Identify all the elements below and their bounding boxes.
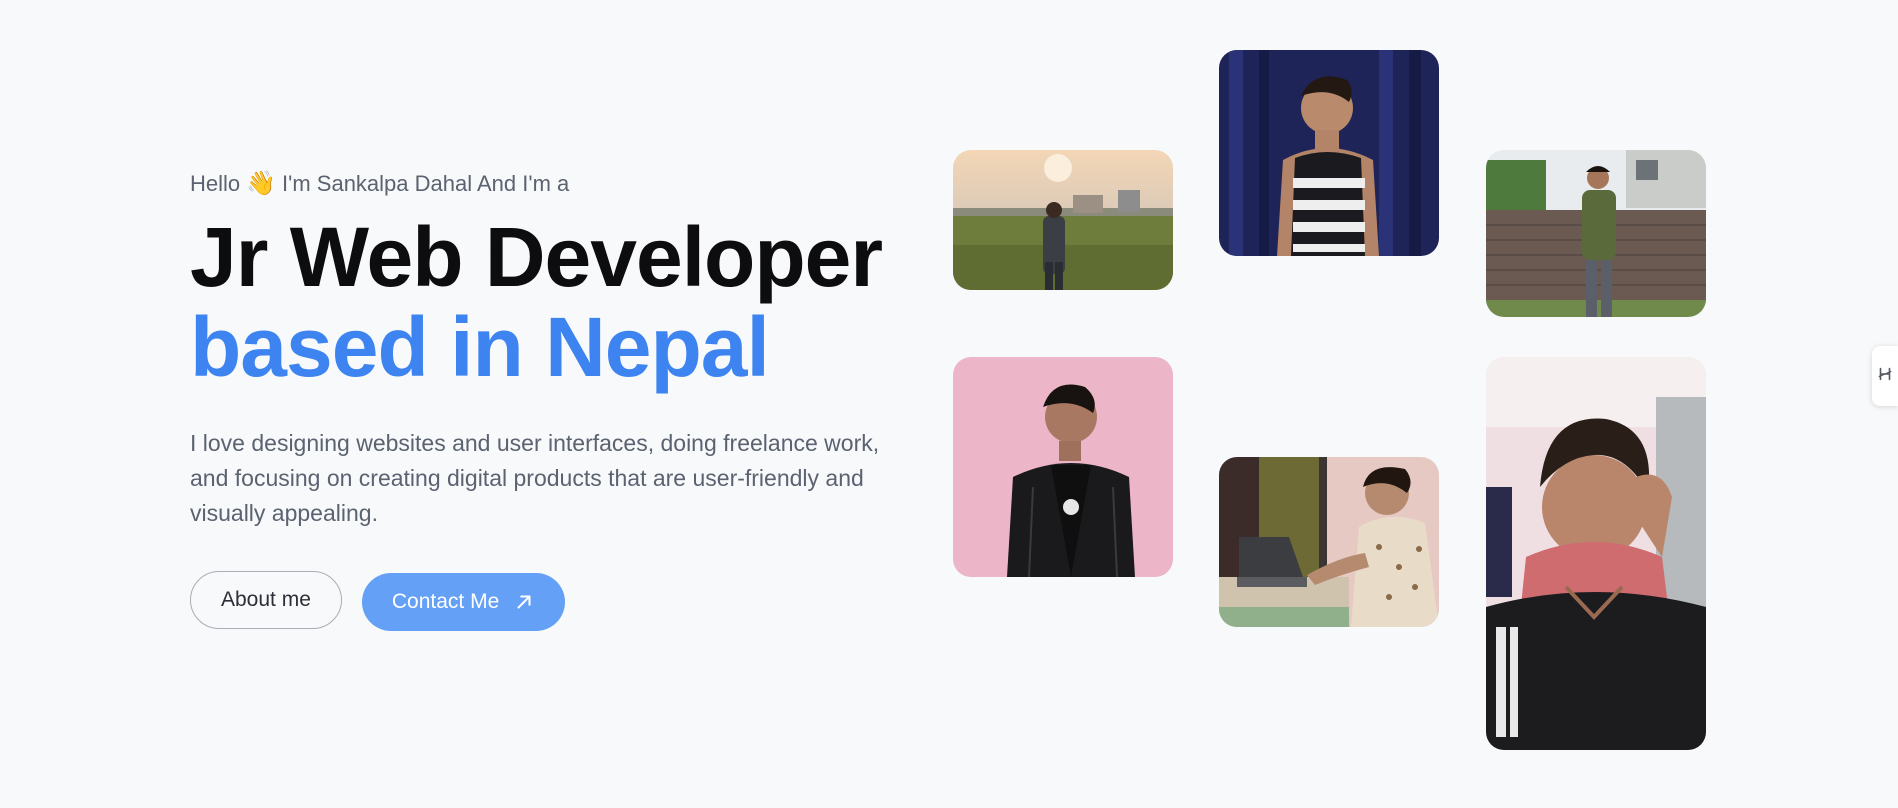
contact-me-button[interactable]: Contact Me xyxy=(361,573,566,631)
photo-laptop xyxy=(1219,457,1439,627)
waving-hand-icon: 👋 xyxy=(246,170,277,197)
photo-selfie xyxy=(1486,357,1706,750)
about-me-button[interactable]: About me xyxy=(190,571,342,629)
headline-line1: Jr Web Developer xyxy=(190,210,883,304)
hashnode-icon xyxy=(1876,365,1894,388)
greeting: Hello 👋 I'm Sankalpa Dahal And I'm a xyxy=(190,168,950,200)
cta-buttons: About me Contact Me xyxy=(190,569,950,631)
photo-wall xyxy=(1486,150,1706,317)
greeting-suffix: I'm Sankalpa Dahal And I'm a xyxy=(282,171,570,196)
contact-me-label: Contact Me xyxy=(391,590,500,613)
intro-description: I love designing websites and user inter… xyxy=(190,430,880,526)
hero-section: Hello 👋 I'm Sankalpa Dahal And I'm a Jr … xyxy=(190,168,950,631)
photo-field xyxy=(953,150,1173,290)
page-title: Jr Web Developer based in Nepal xyxy=(190,212,950,392)
side-tab[interactable] xyxy=(1872,346,1898,406)
headline-line2: based in Nepal xyxy=(190,300,770,394)
photo-curtain xyxy=(1219,50,1439,256)
arrow-up-right-icon xyxy=(513,591,535,613)
greeting-prefix: Hello xyxy=(190,171,241,196)
photo-pink-wall xyxy=(953,357,1173,577)
